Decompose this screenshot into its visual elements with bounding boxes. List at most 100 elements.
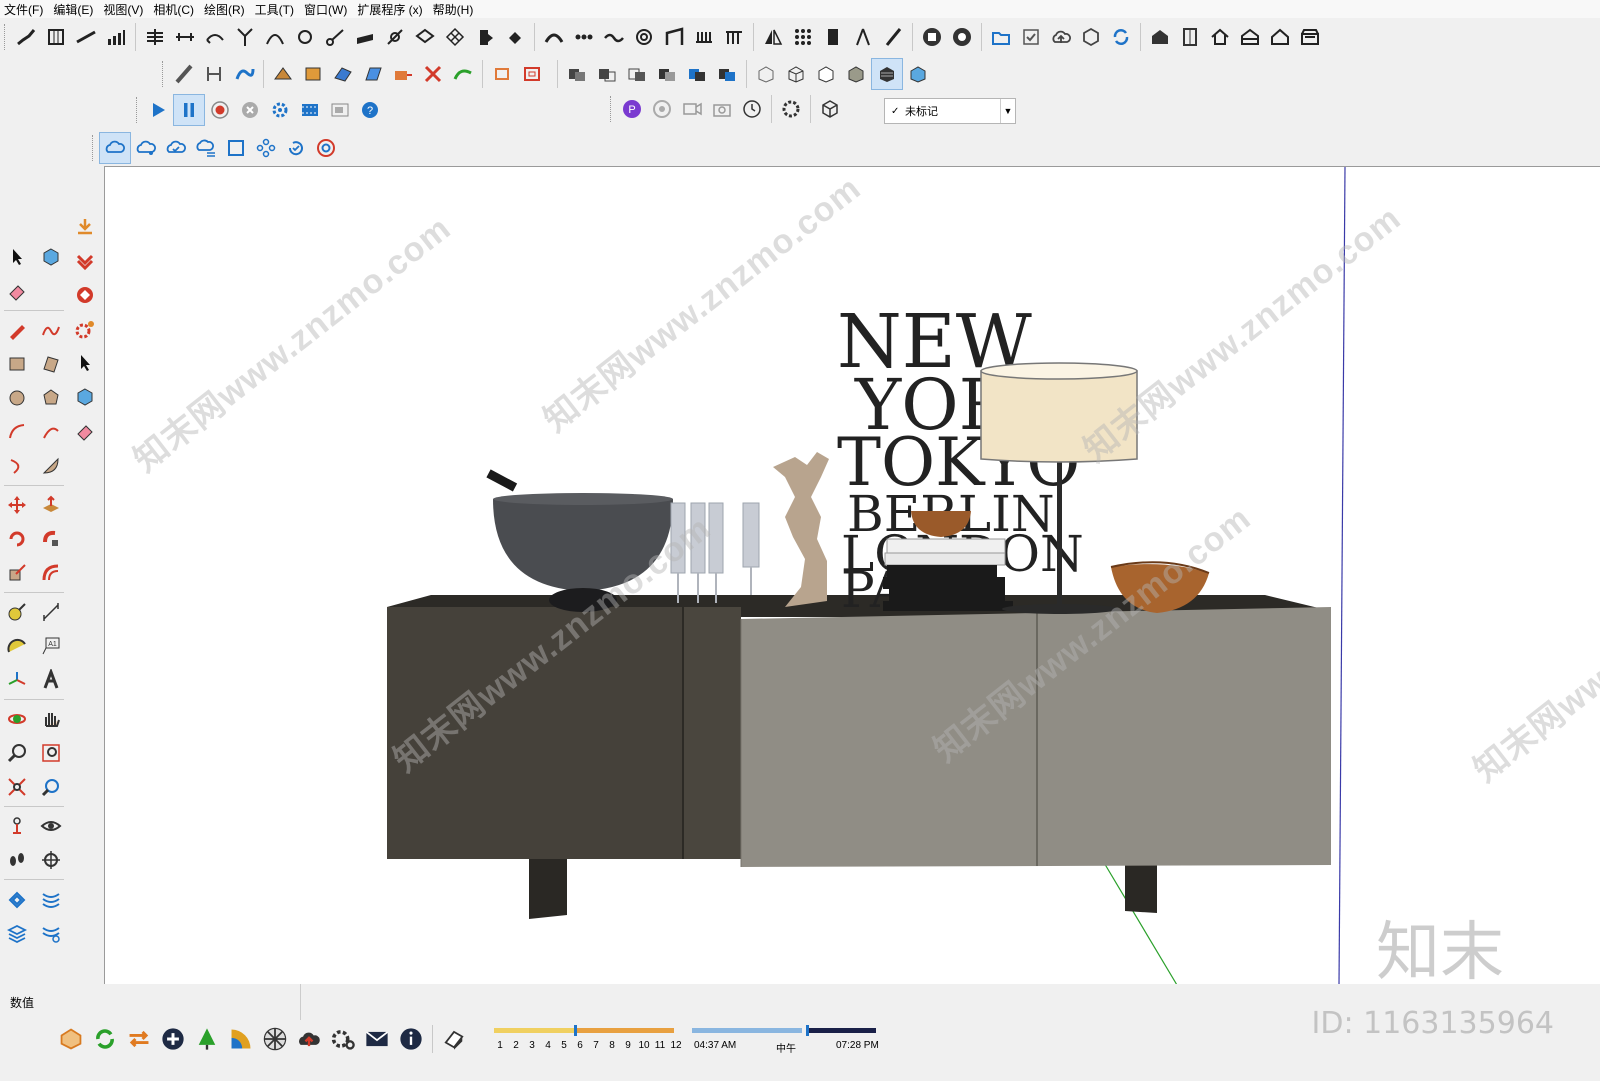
plane-blue-icon[interactable] (358, 59, 388, 89)
toolbar-grip[interactable] (136, 97, 140, 123)
color-fan-icon[interactable] (224, 1022, 258, 1056)
solid-subtract-icon[interactable] (592, 59, 622, 89)
play-icon[interactable] (143, 95, 173, 125)
rect-select-icon[interactable] (487, 59, 517, 89)
help-icon[interactable]: ? (355, 95, 385, 125)
previous-view-icon[interactable] (34, 770, 68, 804)
solid-trim-icon[interactable] (652, 59, 682, 89)
dimension-icon[interactable] (199, 59, 229, 89)
measurements-box[interactable]: 数值 (0, 984, 301, 1020)
stop-icon[interactable] (235, 95, 265, 125)
component-box-icon[interactable] (68, 380, 102, 414)
diamond-layers-icon[interactable] (410, 22, 440, 52)
columns-icon[interactable] (719, 22, 749, 52)
orbit-tool-icon[interactable] (0, 702, 34, 736)
panel-icon[interactable] (818, 22, 848, 52)
refresh-green-icon[interactable] (88, 1022, 122, 1056)
model-viewport[interactable]: NEW YORK TOKYO BERLIN LONDON PARIS 知末网ww… (104, 166, 1600, 985)
bezier-icon[interactable] (260, 22, 290, 52)
cloud-upload-icon[interactable] (1046, 22, 1076, 52)
solid-split-icon[interactable] (682, 59, 712, 89)
clock-icon[interactable] (737, 94, 767, 124)
folder-open-icon[interactable] (986, 22, 1016, 52)
book-icon[interactable] (1175, 22, 1205, 52)
rotate-tool-icon[interactable] (0, 522, 34, 556)
push-pull-icon[interactable] (34, 488, 68, 522)
stamp-terrain-icon[interactable] (34, 916, 68, 950)
target-icon[interactable] (647, 94, 677, 124)
checkbox-icon[interactable] (1016, 22, 1046, 52)
curve-arrow-icon[interactable] (200, 22, 230, 52)
toolbar-grip[interactable] (610, 96, 614, 122)
menu-draw[interactable]: 绘图(R) (200, 1, 251, 18)
sandbox-scratch-icon[interactable] (34, 882, 68, 916)
brush-icon[interactable] (878, 22, 908, 52)
bar-chart-icon[interactable] (101, 22, 131, 52)
network-icon[interactable] (251, 133, 281, 163)
menu-help[interactable]: 帮助(H) (429, 1, 480, 18)
record-icon[interactable] (205, 95, 235, 125)
pause-icon[interactable] (173, 94, 205, 126)
rectangle-tool-icon[interactable] (0, 347, 34, 381)
menu-view[interactable]: 视图(V) (99, 1, 149, 18)
pencil-tool-icon[interactable] (0, 313, 34, 347)
add-circle-icon[interactable] (156, 1022, 190, 1056)
wireframe-style-icon[interactable] (781, 59, 811, 89)
menu-file[interactable]: 文件(F) (0, 1, 49, 18)
knot-icon[interactable] (380, 22, 410, 52)
menu-extensions[interactable]: 扩展程序 (x) (353, 1, 428, 18)
chrome-icon[interactable] (311, 133, 341, 163)
scale-tool-icon[interactable] (0, 556, 34, 590)
circle-tool-icon[interactable] (0, 381, 34, 415)
sync-icon[interactable] (1106, 22, 1136, 52)
roof-icon[interactable] (268, 59, 298, 89)
mesh-icon[interactable] (440, 22, 470, 52)
red-chevron-icon[interactable] (68, 244, 102, 278)
export-video-icon[interactable] (325, 95, 355, 125)
tape-measure-icon[interactable] (0, 595, 34, 629)
two-point-arc-icon[interactable] (34, 415, 68, 449)
spiral-icon[interactable] (629, 22, 659, 52)
arch-icon[interactable] (539, 22, 569, 52)
eraser-tool-icon[interactable] (0, 274, 34, 308)
plugin-ruby-icon[interactable] (68, 278, 102, 312)
walk-footprints-icon[interactable] (0, 843, 34, 877)
cross-cut-icon[interactable] (418, 59, 448, 89)
swap-arrows-icon[interactable] (122, 1022, 156, 1056)
followme-icon[interactable] (229, 59, 259, 89)
pie-tool-icon[interactable] (34, 449, 68, 483)
dots-grid-icon[interactable] (788, 22, 818, 52)
house-front-icon[interactable] (1235, 22, 1265, 52)
textured-style-icon[interactable] (871, 58, 903, 90)
compass-icon[interactable] (848, 22, 878, 52)
shadow-toggle-icon[interactable] (437, 1022, 471, 1056)
component-cube-icon[interactable] (815, 94, 845, 124)
solid-shell-icon[interactable] (712, 59, 742, 89)
tree-icon[interactable] (190, 1022, 224, 1056)
select-arrow-icon[interactable] (68, 346, 102, 380)
text-tool-icon[interactable]: A1 (34, 629, 68, 663)
refresh-check-icon[interactable] (281, 133, 311, 163)
grid-icon[interactable] (41, 22, 71, 52)
plugin-p-icon[interactable]: P (617, 94, 647, 124)
video-camera-icon[interactable] (677, 94, 707, 124)
month-scale[interactable]: 1 2 3 4 5 6 7 8 9 10 11 12 (494, 1040, 682, 1051)
cloud-share-icon[interactable] (131, 133, 161, 163)
move-tool-icon[interactable] (0, 488, 34, 522)
hidden-line-style-icon[interactable] (811, 59, 841, 89)
mail-icon[interactable] (360, 1022, 394, 1056)
cloud-check-icon[interactable] (161, 133, 191, 163)
cloud-list-icon[interactable] (191, 133, 221, 163)
gear-settings-icon[interactable] (326, 1022, 360, 1056)
building-icon[interactable] (470, 22, 500, 52)
line-tool-icon[interactable] (71, 22, 101, 52)
position-camera-icon[interactable] (0, 809, 34, 843)
home-icon[interactable] (1205, 22, 1235, 52)
select-tool-icon[interactable] (0, 240, 34, 274)
rotated-rectangle-icon[interactable] (34, 347, 68, 381)
knife-icon[interactable] (169, 59, 199, 89)
fence-icon[interactable] (659, 22, 689, 52)
green-path-icon[interactable] (448, 59, 478, 89)
protractor-icon[interactable] (0, 629, 34, 663)
toolbar-grip[interactable] (162, 61, 166, 87)
